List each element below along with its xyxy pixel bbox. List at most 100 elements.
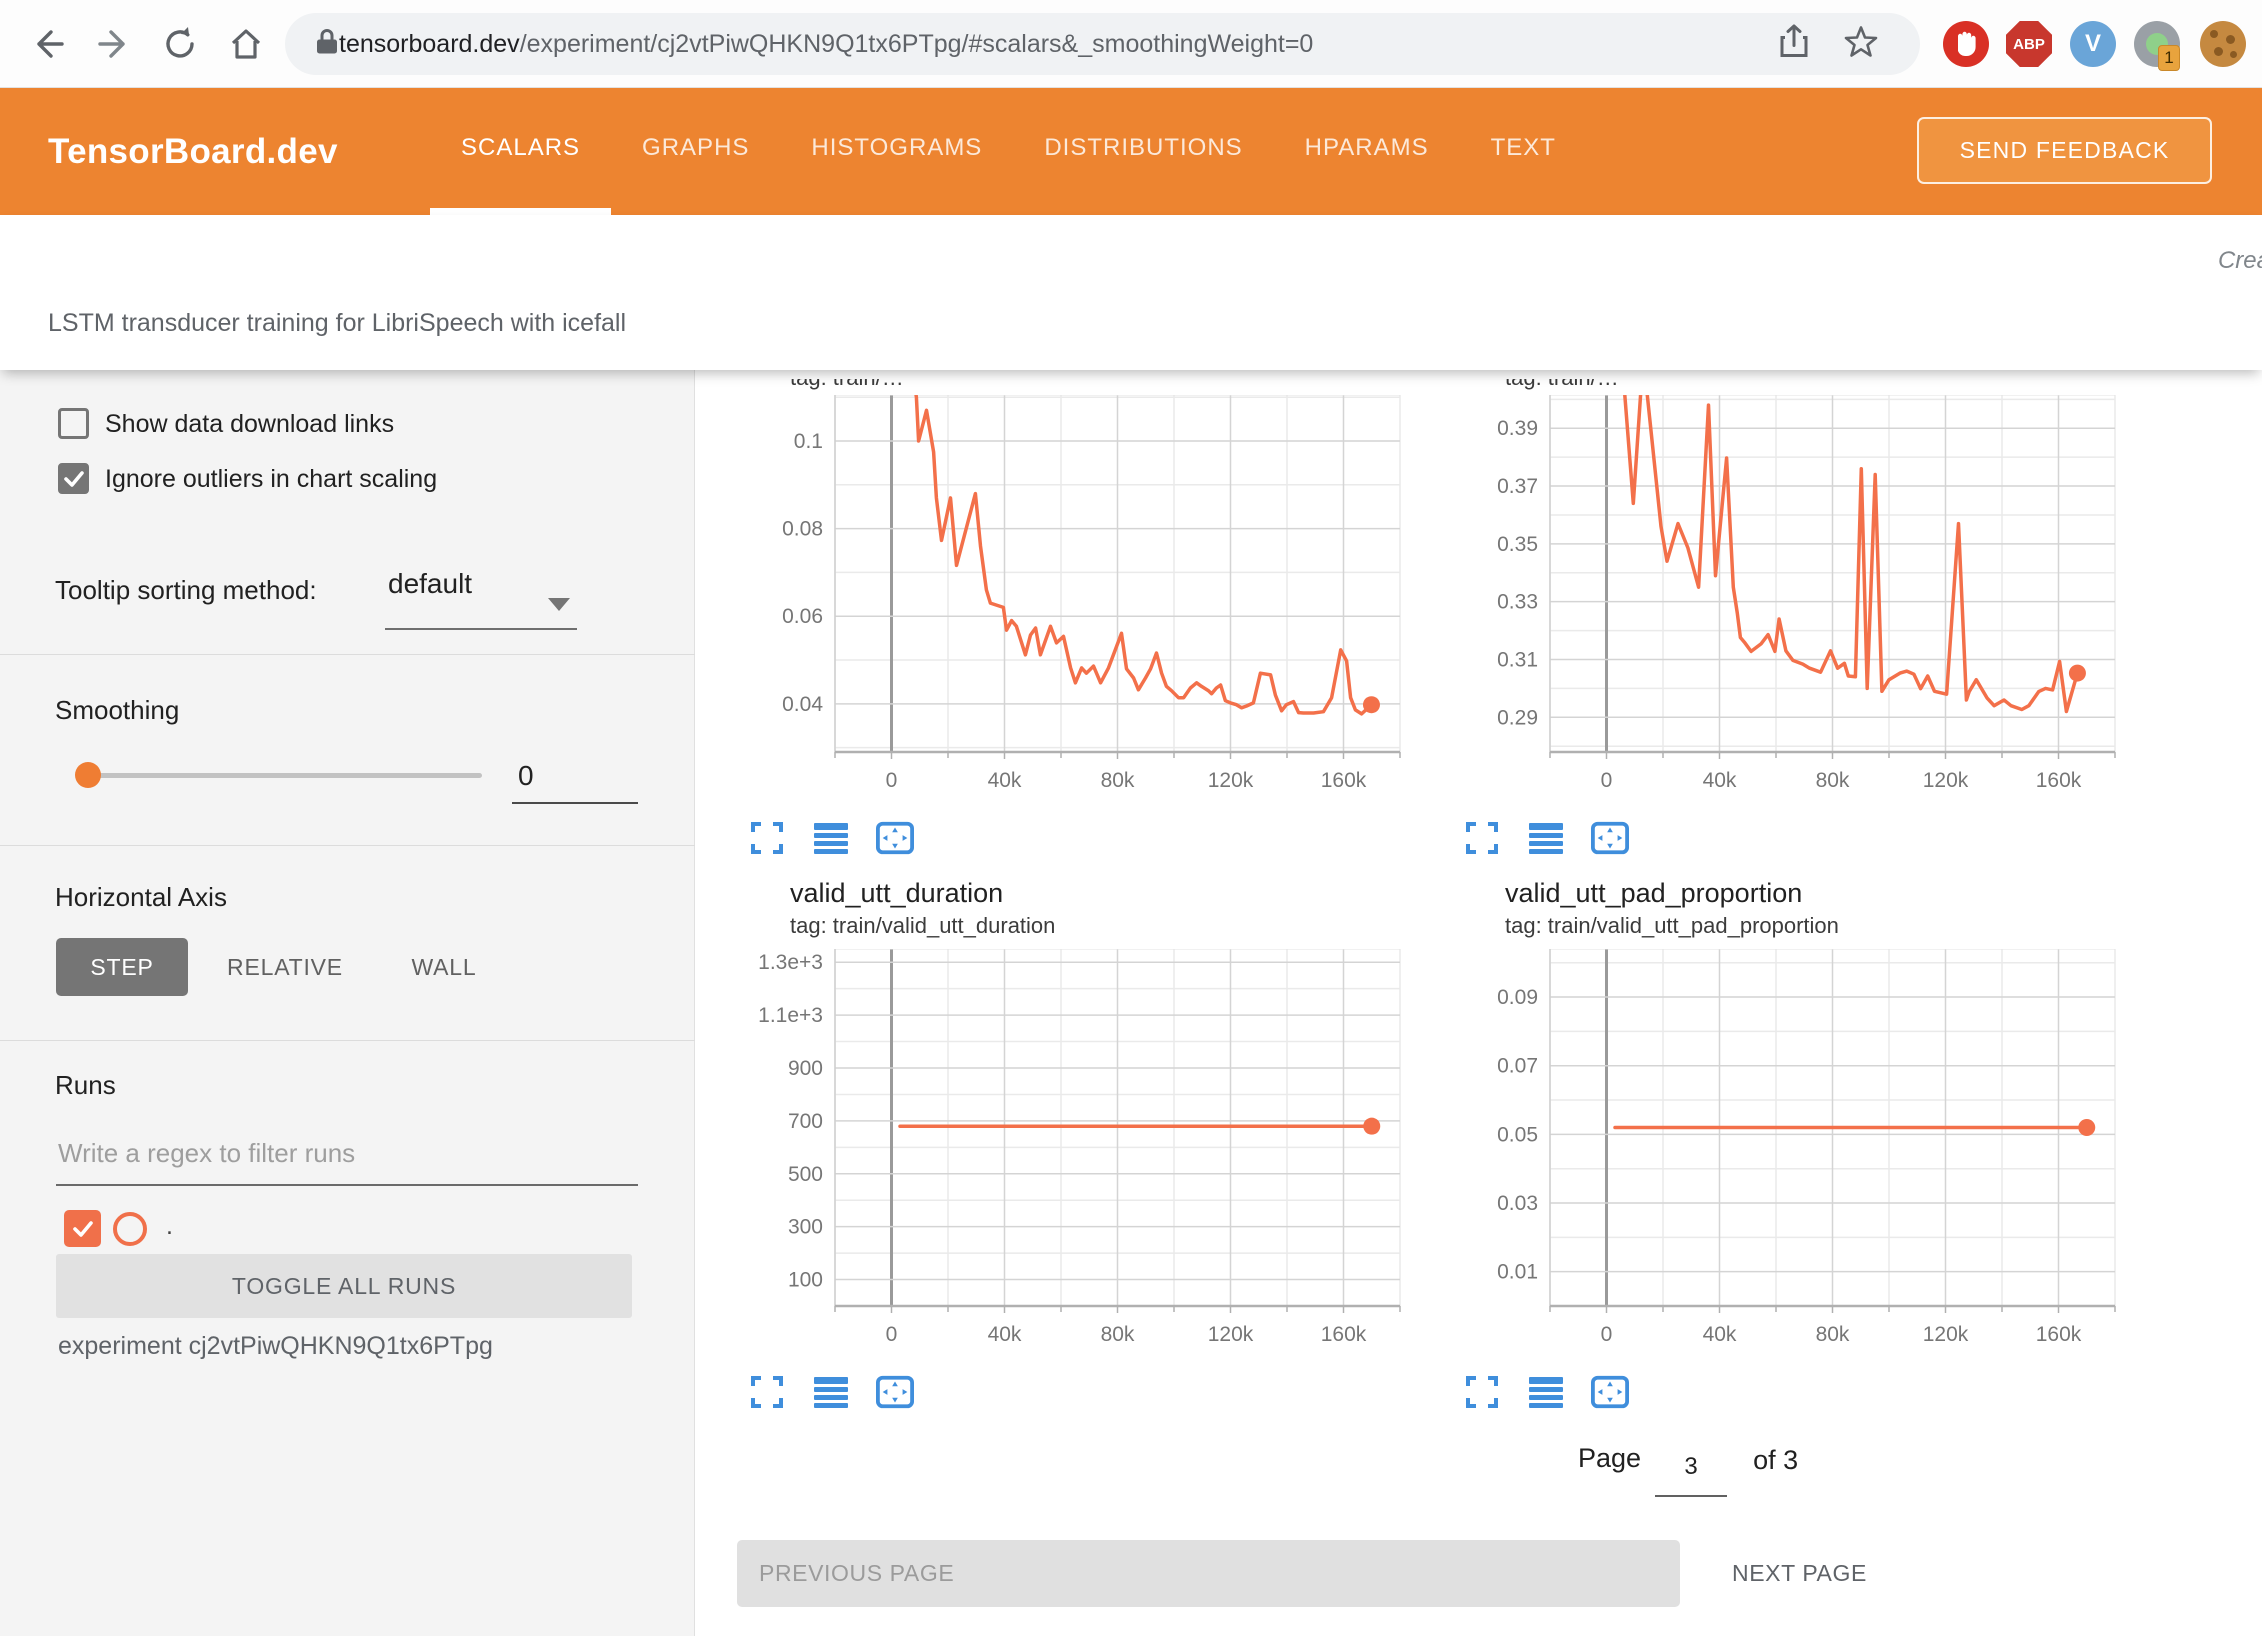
- svg-text:120k: 120k: [1923, 769, 1969, 792]
- chart-card: tag: train/… 040k80k120k160k0.040.060.08…: [700, 379, 1410, 857]
- tooltip-sorting-dropdown[interactable]: default: [388, 568, 472, 600]
- fit-domain-icon[interactable]: [876, 1373, 914, 1411]
- chart-title: valid_utt_pad_proportion: [1505, 875, 2125, 911]
- tab-hparams[interactable]: HPARAMS: [1274, 88, 1460, 215]
- notification-badge: 1: [2158, 45, 2180, 71]
- line-chart-plot[interactable]: 040k80k120k160k1003005007009001.1e+31.3e…: [700, 949, 1410, 1351]
- line-chart-plot[interactable]: 040k80k120k160k0.290.310.330.350.370.39: [1415, 395, 2125, 797]
- fullscreen-icon[interactable]: [1463, 819, 1501, 857]
- pagination: Page 3 of 3: [1578, 1443, 1798, 1497]
- svg-text:0.03: 0.03: [1497, 1192, 1538, 1215]
- runs-filter-input[interactable]: Write a regex to filter runs: [58, 1138, 355, 1169]
- tab-graphs[interactable]: GRAPHS: [611, 88, 780, 215]
- svg-text:120k: 120k: [1208, 1323, 1254, 1346]
- svg-text:40k: 40k: [988, 769, 1022, 792]
- svg-text:700: 700: [788, 1110, 823, 1133]
- svg-text:80k: 80k: [1101, 769, 1135, 792]
- smoothing-value-input[interactable]: 0: [518, 760, 638, 792]
- tab-scalars[interactable]: SCALARS: [430, 88, 611, 215]
- fit-domain-icon[interactable]: [876, 819, 914, 857]
- chart-card: valid_utt_duration tag: train/valid_utt_…: [700, 875, 1410, 1411]
- cookie-icon[interactable]: [2200, 21, 2246, 67]
- svg-text:40k: 40k: [988, 1323, 1022, 1346]
- tab-text[interactable]: TEXT: [1460, 88, 1587, 215]
- v-extension-icon[interactable]: V: [2070, 21, 2116, 67]
- abp-extension-icon[interactable]: ABP: [2006, 21, 2052, 67]
- clipped-chart-tag: tag: train/…: [1505, 379, 2125, 395]
- svg-text:0.39: 0.39: [1497, 417, 1538, 440]
- chart-card: valid_utt_pad_proportion tag: train/vali…: [1415, 875, 2125, 1411]
- experiment-id-note: experiment cj2vtPiwQHKN9Q1tx6PTpg: [58, 1332, 493, 1361]
- previous-page-button[interactable]: PREVIOUS PAGE: [737, 1540, 1680, 1607]
- divider: [0, 845, 695, 846]
- run-checkbox[interactable]: [64, 1210, 101, 1247]
- svg-text:500: 500: [788, 1163, 823, 1186]
- profile-extension-icon[interactable]: 1: [2134, 21, 2180, 67]
- svg-text:40k: 40k: [1703, 769, 1737, 792]
- divider: [0, 1040, 695, 1041]
- svg-text:0.37: 0.37: [1497, 475, 1538, 498]
- back-icon[interactable]: [26, 22, 70, 66]
- reload-icon[interactable]: [158, 22, 202, 66]
- svg-text:300: 300: [788, 1216, 823, 1239]
- smoothing-slider[interactable]: [88, 773, 482, 778]
- fit-domain-icon[interactable]: [1591, 819, 1629, 857]
- tab-histograms[interactable]: HISTOGRAMS: [780, 88, 1013, 215]
- tab-bar: SCALARSGRAPHSHISTOGRAMSDISTRIBUTIONSHPAR…: [430, 88, 1587, 215]
- chart-toolbar: [1463, 819, 2125, 857]
- data-table-icon[interactable]: [1527, 819, 1565, 857]
- toggle-all-runs-button[interactable]: TOGGLE ALL RUNS: [56, 1254, 632, 1318]
- svg-text:1.3e+3: 1.3e+3: [758, 951, 823, 974]
- lock-icon: [313, 27, 341, 62]
- chevron-down-icon[interactable]: [548, 598, 570, 611]
- next-page-button[interactable]: NEXT PAGE: [1712, 1540, 1887, 1607]
- svg-text:1.1e+3: 1.1e+3: [758, 1004, 823, 1027]
- svg-text:160k: 160k: [2036, 1323, 2082, 1346]
- axis-relative-button[interactable]: RELATIVE: [210, 938, 360, 996]
- svg-text:80k: 80k: [1816, 769, 1850, 792]
- tensorboard-logo: TensorBoard.dev: [48, 88, 338, 215]
- svg-text:0: 0: [886, 769, 898, 792]
- url-bar[interactable]: tensorboard.dev/experiment/cj2vtPiwQHKN9…: [285, 13, 1920, 75]
- created-text: Crea: [2218, 247, 2262, 275]
- axis-step-button[interactable]: STEP: [56, 938, 188, 996]
- forward-icon[interactable]: [92, 22, 136, 66]
- line-chart-plot[interactable]: 040k80k120k160k0.040.060.080.1: [700, 395, 1410, 797]
- smoothing-value-underline: [512, 802, 638, 804]
- star-icon[interactable]: [1844, 25, 1878, 64]
- smoothing-label: Smoothing: [55, 695, 179, 726]
- share-icon[interactable]: [1778, 24, 1810, 65]
- chart-toolbar: [1463, 1373, 2125, 1411]
- adblock-hand-extension-icon[interactable]: [1943, 21, 1989, 67]
- chart-card: tag: train/… 040k80k120k160k0.290.310.33…: [1415, 379, 2125, 857]
- url-text: tensorboard.dev/experiment/cj2vtPiwQHKN9…: [339, 30, 1313, 59]
- home-icon[interactable]: [224, 22, 268, 66]
- fit-domain-icon[interactable]: [1591, 1373, 1629, 1411]
- clipped-chart-tag: tag: train/…: [790, 379, 1410, 395]
- data-table-icon[interactable]: [812, 819, 850, 857]
- chart-toolbar: [748, 819, 1410, 857]
- page-label: Page: [1578, 1443, 1641, 1474]
- data-table-icon[interactable]: [1527, 1373, 1565, 1411]
- svg-text:120k: 120k: [1923, 1323, 1969, 1346]
- svg-text:0: 0: [886, 1323, 898, 1346]
- fullscreen-icon[interactable]: [748, 819, 786, 857]
- send-feedback-button[interactable]: SEND FEEDBACK: [1917, 117, 2212, 184]
- svg-text:0.33: 0.33: [1497, 591, 1538, 614]
- run-color-swatch: [113, 1212, 147, 1246]
- experiment-title: LSTM transducer training for LibriSpeech…: [48, 309, 626, 338]
- show-download-links-label: Show data download links: [105, 410, 394, 439]
- ignore-outliers-checkbox[interactable]: [58, 463, 89, 494]
- settings-sidebar: Show data download links Ignore outliers…: [0, 370, 695, 1636]
- fullscreen-icon[interactable]: [748, 1373, 786, 1411]
- svg-text:0.01: 0.01: [1497, 1261, 1538, 1284]
- page-input[interactable]: 3: [1655, 1443, 1727, 1497]
- svg-text:0.29: 0.29: [1497, 706, 1538, 729]
- tab-distributions[interactable]: DISTRIBUTIONS: [1013, 88, 1273, 215]
- line-chart-plot[interactable]: 040k80k120k160k0.010.030.050.070.09: [1415, 949, 2125, 1351]
- axis-wall-button[interactable]: WALL: [389, 938, 499, 996]
- show-download-links-checkbox[interactable]: [58, 408, 89, 439]
- fullscreen-icon[interactable]: [1463, 1373, 1501, 1411]
- smoothing-slider-thumb[interactable]: [75, 762, 101, 788]
- data-table-icon[interactable]: [812, 1373, 850, 1411]
